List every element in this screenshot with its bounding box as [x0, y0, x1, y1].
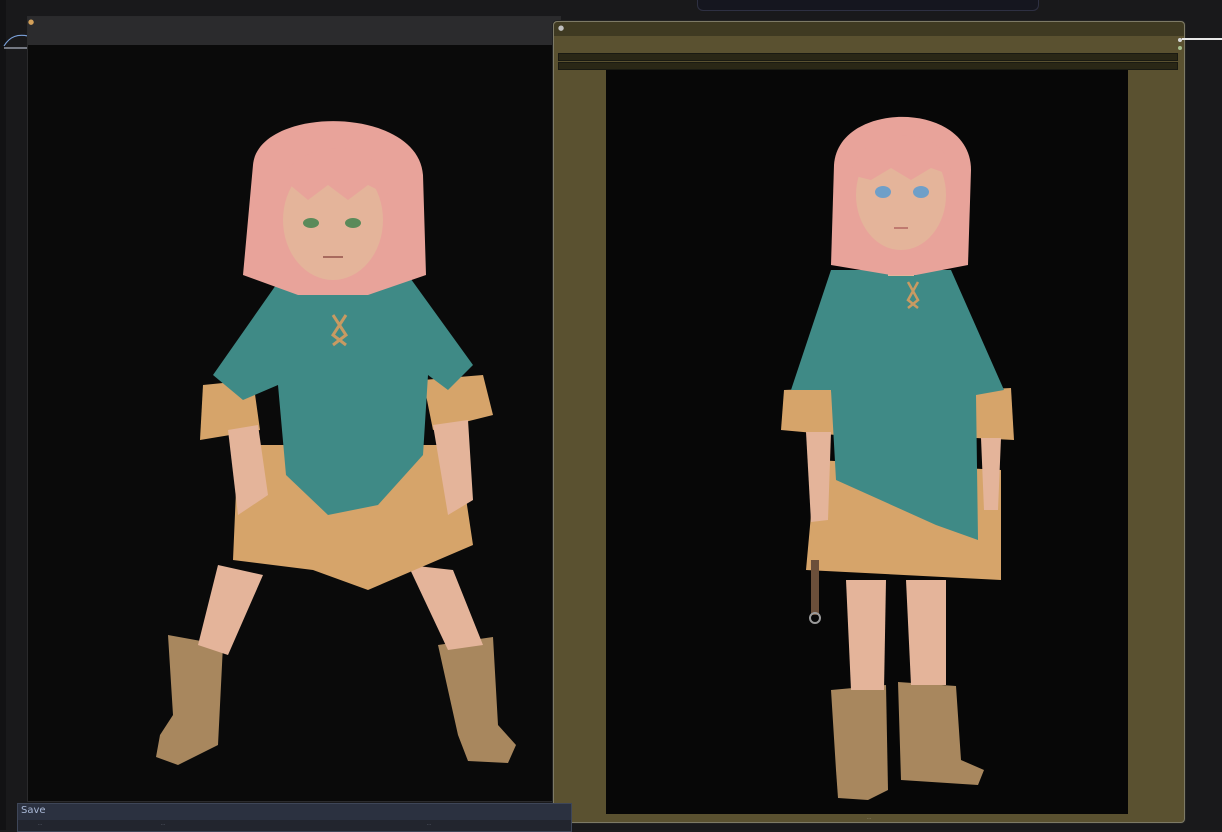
image-preview-node-right[interactable]: ● …: [553, 21, 1185, 823]
output-wire: [1182, 38, 1222, 40]
collapse-icon[interactable]: ●: [28, 19, 34, 26]
character-figure-crouching: [28, 45, 560, 801]
collapse-icon[interactable]: ●: [558, 25, 564, 32]
node-title-bar-right[interactable]: ●: [554, 22, 1184, 36]
left-sidebar-strip: [0, 0, 6, 830]
preview-image-right: [606, 70, 1128, 814]
preview-image-left: [28, 45, 560, 801]
top-menu-bar[interactable]: [697, 0, 1039, 11]
save-widget-row[interactable]: [18, 820, 571, 831]
save-value-3[interactable]: …: [427, 821, 431, 826]
image-caption: …: [867, 815, 871, 820]
widget-row-2[interactable]: [558, 62, 1178, 70]
save-value-2[interactable]: …: [161, 821, 165, 826]
save-node-title: Save: [21, 805, 46, 816]
save-value-1[interactable]: …: [38, 821, 42, 826]
save-node[interactable]: Save … … …: [17, 803, 572, 832]
output-connector-secondary[interactable]: [1178, 46, 1182, 50]
node-title-bar[interactable]: ●: [28, 17, 560, 46]
character-figure-standing: [606, 70, 1128, 814]
image-preview-node-left[interactable]: ●: [27, 16, 561, 802]
widget-row-1[interactable]: [558, 53, 1178, 61]
